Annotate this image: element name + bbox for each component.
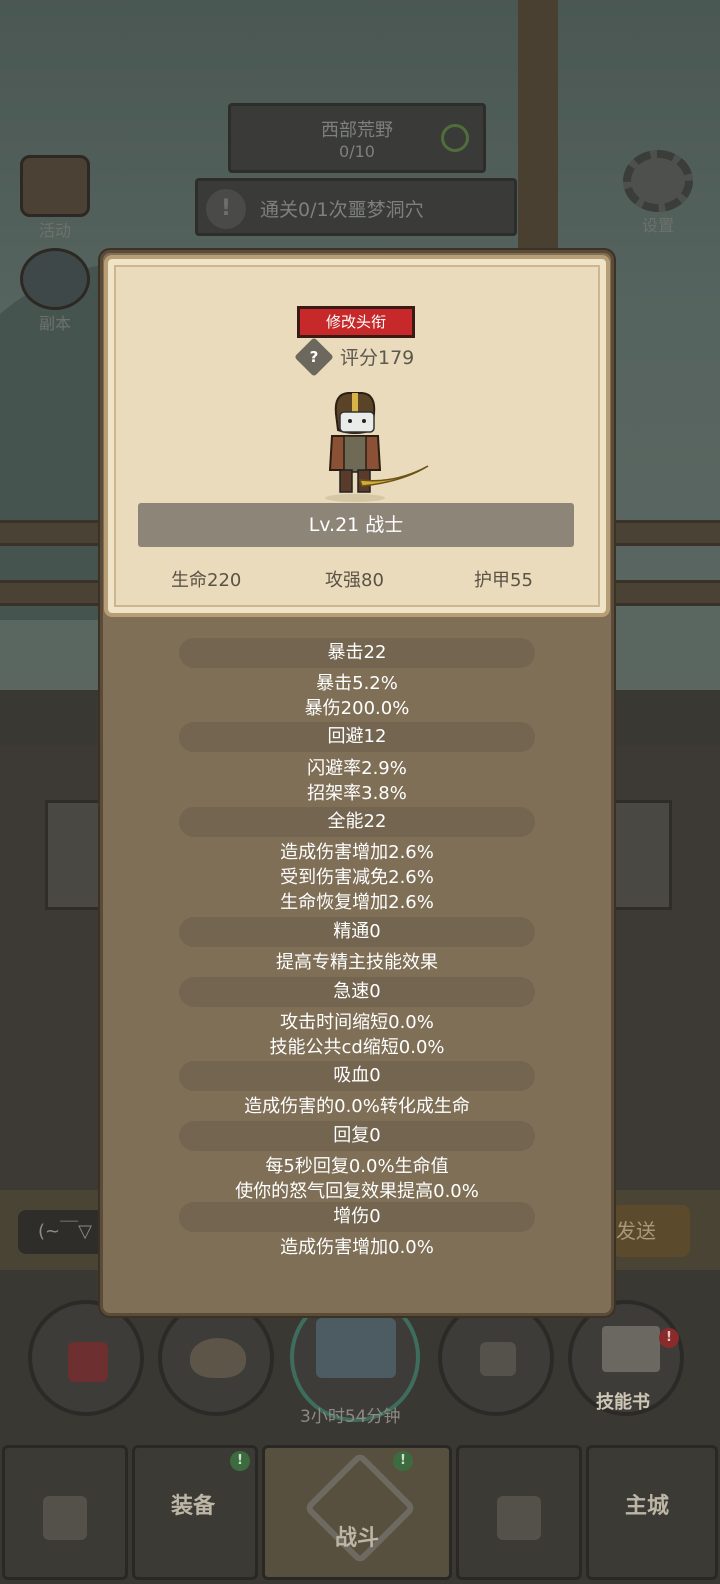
lock-icon bbox=[43, 1496, 87, 1540]
notification-badge: ! bbox=[230, 1451, 250, 1471]
potion-icon bbox=[68, 1342, 108, 1382]
attr-line: 攻击时间缩短0.0% bbox=[280, 1012, 434, 1033]
help-icon[interactable]: ? bbox=[294, 337, 334, 377]
chat-input[interactable]: (~￣▽ bbox=[18, 1210, 108, 1254]
attr-line: 生命恢复增加2.6% bbox=[280, 892, 434, 913]
attr-header-crit: 暴击22 bbox=[179, 638, 535, 668]
stat-attack: 攻强80 bbox=[325, 570, 384, 591]
attr-line: 技能公共cd缩短0.0% bbox=[269, 1037, 445, 1058]
attr-line: 造成伤害的0.0%转化成生命 bbox=[244, 1096, 470, 1117]
region-quest-box[interactable]: 西部荒野 0/10 bbox=[228, 103, 486, 173]
attr-header-haste: 急速0 bbox=[179, 977, 535, 1007]
warrior-avatar bbox=[325, 392, 429, 502]
bread-button[interactable] bbox=[158, 1300, 274, 1416]
stat-hp: 生命220 bbox=[171, 570, 242, 591]
skill-book-label: 技能书 bbox=[596, 1392, 650, 1413]
notification-badge: ! bbox=[393, 1451, 413, 1471]
nav-locked-2[interactable] bbox=[456, 1445, 582, 1580]
dungeon-task-box[interactable]: ! 通关0/1次噩梦洞穴 bbox=[195, 178, 517, 236]
locked-button[interactable] bbox=[438, 1300, 554, 1416]
attr-line: 暴击5.2% bbox=[316, 673, 398, 694]
nav-main-city-label: 主城 bbox=[625, 1494, 670, 1519]
nav-battle-label: 战斗 bbox=[335, 1526, 380, 1551]
level-class-bar: Lv.21 战士 bbox=[138, 503, 574, 547]
attr-line: 提高专精主技能效果 bbox=[276, 952, 438, 973]
attr-line: 使你的怒气回复效果提高0.0% bbox=[235, 1181, 479, 1202]
chest-icon bbox=[316, 1318, 396, 1378]
attr-header-versatility: 全能22 bbox=[179, 807, 535, 837]
attr-header-evasion: 回避12 bbox=[179, 722, 535, 752]
bread-icon bbox=[190, 1338, 246, 1378]
attr-line: 造成伤害增加0.0% bbox=[280, 1237, 434, 1258]
dungeon-task-label: 通关0/1次噩梦洞穴 bbox=[260, 199, 424, 221]
chest-timer: 3小时54分钟 bbox=[300, 1407, 401, 1427]
attr-line: 招架率3.8% bbox=[307, 783, 407, 804]
equipment-slot[interactable] bbox=[612, 800, 672, 910]
refresh-icon[interactable] bbox=[441, 124, 469, 152]
nav-locked-1[interactable] bbox=[2, 1445, 128, 1580]
lock-icon bbox=[497, 1496, 541, 1540]
events-button[interactable]: 活动 bbox=[15, 155, 95, 241]
alert-icon: ! bbox=[206, 189, 246, 229]
settings-label: 设置 bbox=[641, 216, 674, 235]
events-label: 活动 bbox=[38, 221, 71, 240]
portal-icon bbox=[20, 248, 90, 310]
attr-header-lifesteal: 吸血0 bbox=[179, 1061, 535, 1091]
equipment-slot[interactable] bbox=[45, 800, 105, 910]
nav-battle[interactable] bbox=[262, 1445, 452, 1580]
calendar-icon bbox=[20, 155, 90, 217]
dungeon-label: 副本 bbox=[38, 314, 71, 333]
lock-icon bbox=[480, 1342, 516, 1376]
dungeon-button[interactable]: 副本 bbox=[15, 248, 95, 334]
rating-score: 评分179 bbox=[340, 347, 415, 369]
potion-button[interactable] bbox=[28, 1300, 144, 1416]
attr-line: 受到伤害减免2.6% bbox=[280, 867, 434, 888]
send-button[interactable]: 发送 bbox=[612, 1205, 690, 1257]
nav-equipment-label: 装备 bbox=[171, 1494, 216, 1519]
attr-header-mastery: 精通0 bbox=[179, 917, 535, 947]
attr-line: 造成伤害增加2.6% bbox=[280, 842, 434, 863]
attr-line: 暴伤200.0% bbox=[304, 698, 410, 719]
stat-armor: 护甲55 bbox=[474, 570, 533, 591]
attr-line: 闪避率2.9% bbox=[307, 758, 407, 779]
notification-badge: ! bbox=[659, 1328, 679, 1348]
attr-header-regen: 回复0 bbox=[179, 1121, 535, 1151]
gear-icon bbox=[623, 150, 693, 212]
attr-header-damage-bonus: 增伤0 bbox=[179, 1202, 535, 1232]
book-icon bbox=[602, 1326, 660, 1372]
change-title-button[interactable]: 修改头衔 bbox=[297, 306, 415, 338]
attr-line: 每5秒回复0.0%生命值 bbox=[265, 1156, 449, 1177]
settings-button[interactable]: 设置 bbox=[618, 150, 698, 236]
